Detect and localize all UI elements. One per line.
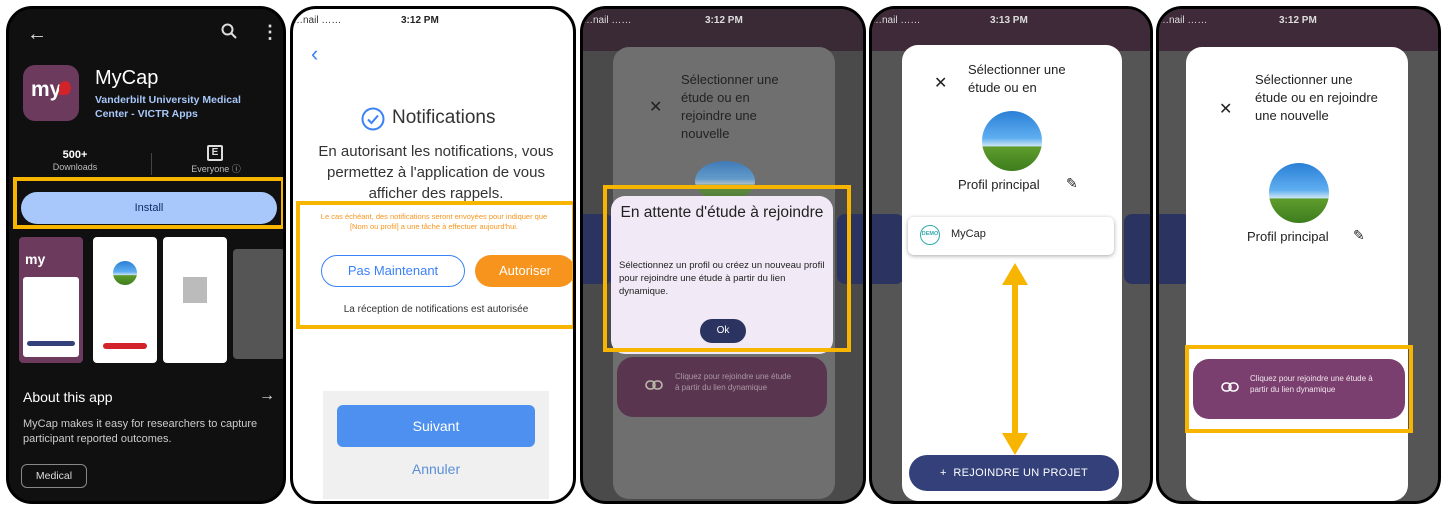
profile-name: Profil principal (958, 177, 1040, 192)
arrow-right-icon[interactable]: → (259, 387, 275, 405)
status-carrier: …nail …… (1159, 15, 1208, 26)
about-description: MyCap makes it easy for researchers to c… (23, 418, 258, 445)
next-button[interactable]: Suivant (337, 405, 535, 447)
check-circle-icon (361, 107, 385, 131)
sheet-title: Sélectionner une étude ou en (968, 62, 1066, 95)
join-project-button[interactable]: + REJOINDRE UN PROJET (909, 455, 1119, 491)
divider (151, 153, 152, 175)
select-study-screen: …nail …… 3:13 PM ✕ Sélectionner une étud… (869, 6, 1153, 504)
close-icon[interactable]: ✕ (1219, 99, 1232, 119)
app-screenshot[interactable]: my (19, 237, 83, 363)
link-icon (645, 379, 663, 391)
join-project-label: REJOINDRE UN PROJET (953, 467, 1089, 479)
edit-pencil-icon[interactable]: ✎ (1066, 175, 1078, 192)
search-icon[interactable] (221, 23, 237, 39)
notifications-description: En autorisant les notifications, vous pe… (318, 143, 554, 202)
join-link-screen: …nail …… 3:12 PM ✕ Sélectionner une étud… (1156, 6, 1441, 504)
edit-pencil-icon[interactable]: ✎ (1353, 227, 1365, 244)
link-icon (1221, 381, 1239, 393)
status-time: 3:12 PM (705, 15, 743, 26)
app-screenshot[interactable] (93, 237, 157, 363)
side-card (1124, 214, 1150, 284)
profile-avatar (1269, 163, 1329, 223)
install-button[interactable]: Install (21, 192, 277, 224)
project-name: MyCap (951, 228, 986, 240)
app-screenshot[interactable] (163, 237, 227, 363)
close-icon[interactable]: ✕ (649, 97, 662, 117)
category-chip[interactable]: Medical (21, 464, 87, 488)
sheet-title: Sélectionner une étude ou en rejoindre u… (1255, 72, 1378, 123)
downloads-label: Downloads (52, 162, 98, 172)
more-options-icon[interactable]: ⋮ (261, 22, 279, 43)
dialog-title: En attente d'étude à rejoindre (620, 204, 824, 221)
notifications-screen: …nail …… 3:12 PM ‹ Notifications En auto… (290, 6, 576, 504)
profile-avatar (695, 161, 755, 201)
double-arrow-annotation (1000, 263, 1030, 455)
not-now-button[interactable]: Pas Maintenant (321, 255, 465, 287)
notifications-title: Notifications (392, 107, 496, 128)
side-card (837, 214, 863, 284)
profile-avatar (982, 111, 1042, 171)
app-logo: my (23, 65, 79, 121)
logo-heart-icon (59, 81, 71, 95)
profile-name: Profil principal (1247, 229, 1329, 244)
plus-icon: + (939, 467, 954, 479)
downloads-count: 500+ (62, 149, 88, 161)
status-carrier: …nail …… (293, 15, 342, 26)
join-link-label: Cliquez pour rejoindre une étude à parti… (675, 372, 792, 392)
side-card (872, 214, 904, 284)
waiting-dialog-screen: …nail …… 3:12 PM ✕ Sélectionner une étud… (580, 6, 866, 504)
about-title[interactable]: About this app (23, 389, 113, 405)
developer-name[interactable]: Vanderbilt University Medical Center - V… (95, 93, 265, 121)
close-icon[interactable]: ✕ (934, 73, 947, 93)
back-chevron-icon[interactable]: ‹ (311, 41, 318, 67)
status-carrier: …nail …… (583, 15, 632, 26)
status-time: 3:12 PM (1279, 15, 1317, 26)
cancel-link[interactable]: Annuler (337, 461, 535, 477)
allow-button[interactable]: Autoriser (475, 255, 573, 287)
notification-fine-print: Le cas échéant, des notifications seront… (320, 212, 548, 231)
app-name: MyCap (95, 67, 159, 89)
app-screenshot[interactable] (233, 249, 283, 359)
demo-badge: DEMO (920, 225, 940, 245)
status-time: 3:12 PM (401, 15, 439, 26)
status-carrier: …nail …… (872, 15, 921, 26)
content-rating-label[interactable]: Everyone ⓘ (181, 162, 251, 175)
ok-button[interactable]: Ok (700, 319, 746, 343)
sheet-title: Sélectionner une étude ou en rejoindre u… (681, 72, 779, 141)
status-time: 3:13 PM (990, 15, 1028, 26)
side-card (583, 214, 613, 284)
join-link-label: Cliquez pour rejoindre une étude à parti… (1250, 374, 1373, 394)
notifications-allowed-message: La réception de notifications est autori… (343, 304, 529, 315)
play-store-screen: ← ⋮ my MyCap Vanderbilt University Medic… (6, 6, 286, 504)
back-arrow-icon[interactable]: ← (27, 23, 47, 46)
dialog-body: Sélectionnez un profil ou créez un nouve… (619, 260, 825, 297)
content-rating-icon: E (207, 145, 223, 161)
